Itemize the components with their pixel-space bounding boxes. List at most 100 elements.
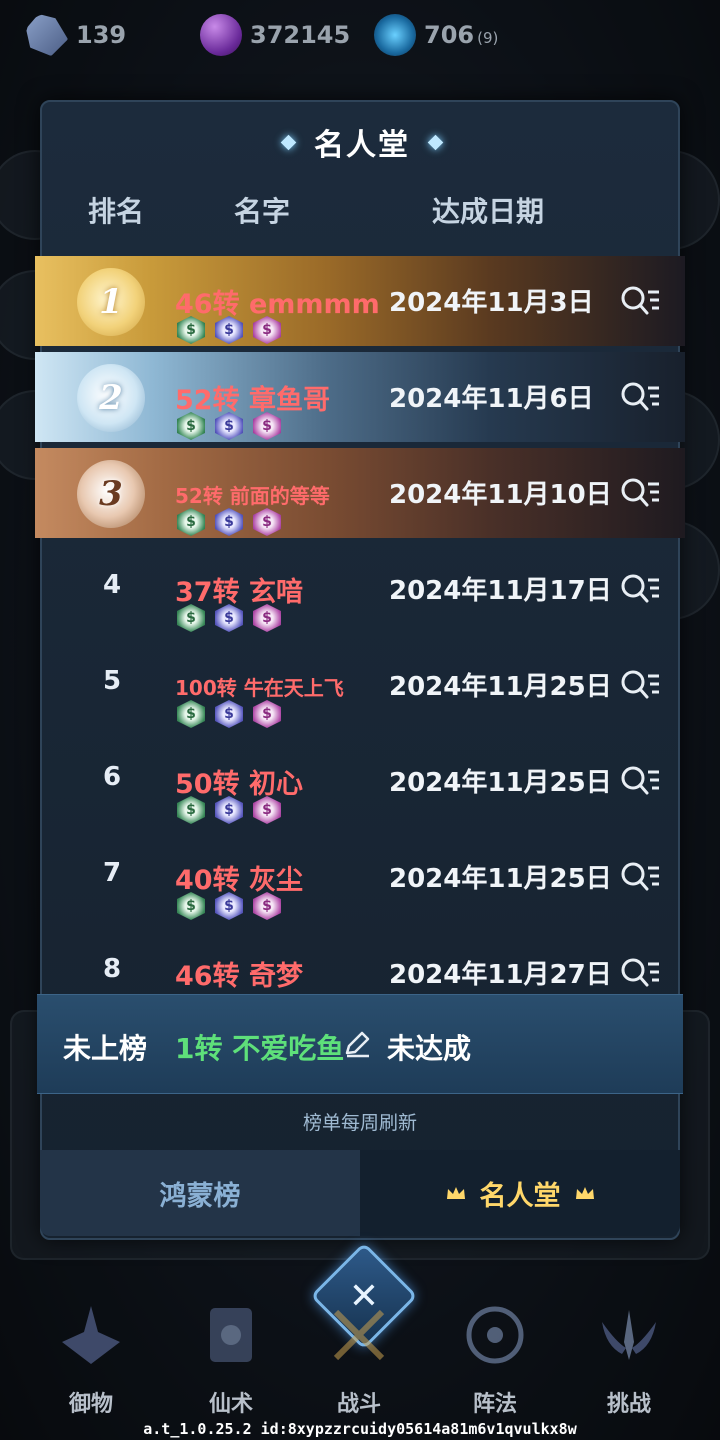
resource-orb: 372145	[200, 14, 350, 56]
nav-xianshu[interactable]: 仙术	[176, 1290, 286, 1420]
inspect-search-icon[interactable]	[619, 572, 661, 606]
silver-medal-icon: 2	[77, 364, 145, 432]
nav-zhandou[interactable]: 战斗	[304, 1290, 414, 1420]
rank-number: 7	[102, 858, 122, 888]
player-name: 46转 奇梦	[175, 961, 303, 992]
achieve-date: 2024年11月10日	[389, 480, 612, 510]
purple-gem-icon: $	[253, 700, 281, 728]
rank-number: 6	[102, 762, 122, 792]
inspect-search-icon[interactable]	[619, 764, 661, 798]
achieve-date: 2024年11月25日	[389, 768, 612, 798]
inspect-search-icon[interactable]	[619, 476, 661, 510]
bottom-nav: 御物 仙术 战斗 阵法 挑战	[0, 1290, 720, 1420]
green-gem-icon: $	[177, 892, 205, 920]
my-achieve-status: 未达成	[387, 1032, 472, 1065]
table-row: 1 46转 emmmm $ $ $ 2024年11月3日	[35, 256, 685, 346]
formation-icon	[466, 1306, 524, 1364]
build-id: a.t_1.0.25.2 id:8xypzzrcuidy05614a81m6v1…	[143, 1420, 577, 1438]
gem-badges: $ $ $	[177, 412, 281, 440]
gem-badges: $ $ $	[177, 892, 281, 920]
purple-gem-icon: $	[253, 412, 281, 440]
rank-number: 8	[102, 954, 122, 984]
header-date: 达成日期	[432, 195, 545, 228]
green-gem-icon: $	[177, 316, 205, 344]
nav-zhenfa[interactable]: 阵法	[440, 1290, 550, 1420]
gem-badges: $ $ $	[177, 604, 281, 632]
spell-card-icon	[210, 1308, 252, 1362]
inspect-search-icon[interactable]	[619, 668, 661, 702]
tab-hongmeng[interactable]: 鸿蒙榜	[40, 1150, 360, 1236]
gem-badges: $ $ $	[177, 700, 281, 728]
resource-energy: 706 (9)	[374, 14, 498, 56]
achieve-date: 2024年11月27日	[389, 960, 612, 990]
energy-sub: (9)	[477, 29, 499, 47]
crystal-count: 139	[76, 21, 127, 49]
inspect-search-icon[interactable]	[619, 860, 661, 894]
blue-gem-icon: $	[215, 604, 243, 632]
nav-yuwu[interactable]: 御物	[36, 1290, 146, 1420]
rank-number: 4	[102, 570, 122, 600]
table-row: 3 52转 前面的等等 $ $ $ 2024年11月10日	[35, 448, 685, 538]
header-name: 名字	[234, 195, 291, 228]
blue-gem-icon: $	[215, 412, 243, 440]
energy-icon	[374, 14, 416, 56]
challenge-wings-icon	[602, 1310, 656, 1360]
purple-gem-icon: $	[253, 508, 281, 536]
header-rank: 排名	[88, 195, 145, 228]
crown-icon	[575, 1187, 594, 1199]
panel-header: 名人堂	[42, 120, 682, 164]
table-row: 4 37转 玄喑 $ $ $ 2024年11月17日	[35, 544, 685, 634]
tab-hongmeng-label: 鸿蒙榜	[159, 1180, 241, 1212]
crossed-swords-icon	[333, 1309, 385, 1361]
purple-orb-icon	[200, 14, 242, 56]
blue-gem-icon: $	[215, 316, 243, 344]
achieve-date: 2024年11月3日	[389, 288, 594, 318]
my-player-name: 1转 不爱吃鱼	[175, 1032, 345, 1065]
gem-badges: $ $ $	[177, 796, 281, 824]
gem-badges: $ $ $	[177, 508, 281, 536]
green-gem-icon: $	[177, 604, 205, 632]
achieve-date: 2024年11月17日	[389, 576, 612, 606]
green-gem-icon: $	[177, 796, 205, 824]
purple-gem-icon: $	[253, 796, 281, 824]
inspect-search-icon[interactable]	[619, 284, 661, 318]
my-rank-label: 未上榜	[63, 1032, 148, 1065]
weekly-refresh-note: 榜单每周刷新	[302, 1112, 417, 1134]
resource-crystal: 139	[26, 14, 126, 56]
board-tabs: 鸿蒙榜 名人堂	[40, 1150, 680, 1236]
nav-yuwu-label: 御物	[68, 1392, 113, 1417]
blue-gem-icon: $	[215, 796, 243, 824]
green-gem-icon: $	[177, 700, 205, 728]
gold-medal-icon: 1	[77, 268, 145, 336]
nav-zhandou-label: 战斗	[336, 1392, 381, 1417]
table-row: 5 100转 牛在天上飞 $ $ $ 2024年11月25日	[35, 640, 685, 730]
nav-tiaozhan[interactable]: 挑战	[574, 1290, 684, 1420]
blue-gem-icon: $	[215, 508, 243, 536]
inspect-search-icon[interactable]	[619, 956, 661, 990]
table-row: 6 50转 初心 $ $ $ 2024年11月25日	[35, 736, 685, 826]
purple-gem-icon: $	[253, 604, 281, 632]
achieve-date: 2024年11月25日	[389, 864, 612, 894]
edit-pencil-icon[interactable]	[343, 1029, 373, 1059]
table-row: 7 40转 灰尘 $ $ $ 2024年11月25日	[35, 832, 685, 922]
player-name: 52转 前面的等等	[175, 484, 330, 508]
bronze-medal-icon: 3	[77, 460, 145, 528]
diamond-left-icon	[280, 134, 297, 150]
player-name: 100转 牛在天上飞	[175, 676, 344, 700]
sword-emblem-icon	[62, 1306, 120, 1364]
table-row: 8 46转 奇梦 2024年11月27日	[35, 928, 685, 994]
nav-tiaozhan-label: 挑战	[606, 1392, 651, 1417]
blue-gem-icon: $	[215, 892, 243, 920]
gem-badges: $ $ $	[177, 316, 281, 344]
energy-count: 706	[424, 21, 475, 49]
table-row: 2 52转 章鱼哥 $ $ $ 2024年11月6日	[35, 352, 685, 442]
nav-zhenfa-label: 阵法	[472, 1392, 517, 1417]
panel-title: 名人堂	[314, 128, 410, 163]
tab-hall-of-fame[interactable]: 名人堂	[360, 1150, 680, 1236]
green-gem-icon: $	[177, 412, 205, 440]
crystal-icon	[26, 14, 68, 56]
column-headers: 排名 名字 达成日期	[42, 190, 682, 230]
diamond-right-icon	[427, 134, 444, 150]
inspect-search-icon[interactable]	[619, 380, 661, 414]
tab-hall-of-fame-label: 名人堂	[479, 1180, 561, 1212]
